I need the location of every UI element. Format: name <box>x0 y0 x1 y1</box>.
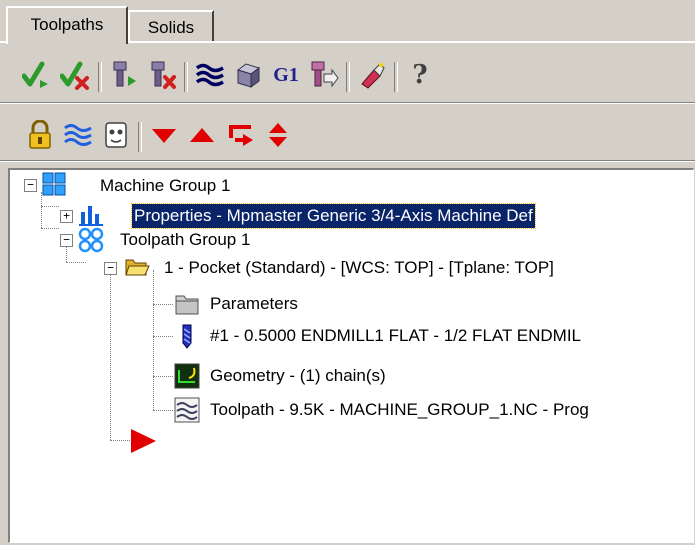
operations-manager-tree: − Machine Group 1 + Properties - Mpmaste… <box>8 168 694 543</box>
tree-connector <box>66 262 86 263</box>
regenerate-dirty-icon <box>151 61 176 89</box>
regenerate-dirty-button[interactable] <box>144 56 180 94</box>
tree-connector <box>41 206 59 207</box>
toggle-posting-icon <box>105 122 127 148</box>
toolbar-ordering <box>14 116 694 156</box>
move-insert-down-button[interactable] <box>146 116 182 154</box>
tree-item-geometry[interactable]: Geometry - (1) chain(s) <box>208 364 388 388</box>
move-insert-down-icon <box>152 129 176 143</box>
toolbar-separator <box>184 62 188 92</box>
open-folder-icon <box>125 259 150 276</box>
help-button[interactable]: ? <box>402 56 438 94</box>
toggle-posting-button[interactable] <box>98 116 134 154</box>
toolpath-group-collapse-toggle[interactable]: − <box>60 234 73 247</box>
toolbar-separator <box>98 62 102 92</box>
insert-after-selected-icon <box>229 125 253 146</box>
properties-expand-toggle[interactable]: + <box>60 210 73 223</box>
tree-item-tool[interactable]: #1 - 0.5000 ENDMILL1 FLAT - 1/2 FLAT END… <box>208 324 583 348</box>
insert-arrow-icon[interactable] <box>128 426 158 456</box>
closed-folder-icon <box>175 295 199 315</box>
scroll-insert-arrow-icon <box>269 123 287 147</box>
toolbar-separator <box>346 62 350 92</box>
high-speed-toolpath-icon <box>311 61 339 88</box>
tab-solids-label: Solids <box>147 18 195 37</box>
insert-after-selected-button[interactable] <box>222 116 258 154</box>
tree-connector <box>153 336 173 337</box>
backplot-button[interactable] <box>192 56 228 94</box>
g1-post-icon: G1 <box>273 63 299 86</box>
tree-connector <box>153 304 173 305</box>
select-dirty-operations-button[interactable] <box>58 56 94 94</box>
scroll-insert-arrow-button[interactable] <box>260 116 296 154</box>
verify-icon <box>236 63 261 88</box>
tab-toolpaths[interactable]: Toolpaths <box>6 6 128 44</box>
tree-item-operation[interactable]: 1 - Pocket (Standard) - [WCS: TOP] - [Tp… <box>162 256 556 280</box>
tree-connector <box>41 228 59 229</box>
tree-item-properties[interactable]: Properties - Mpmaster Generic 3/4-Axis M… <box>131 203 536 229</box>
toolbar-separator <box>138 122 142 152</box>
delete-operations-button[interactable] <box>354 56 390 94</box>
tab-solids[interactable]: Solids <box>128 10 214 43</box>
machine-group-collapse-toggle[interactable]: − <box>24 179 37 192</box>
backplot-icon <box>195 63 224 87</box>
move-insert-up-icon <box>190 128 214 142</box>
geometry-chain-icon <box>174 363 200 389</box>
help-icon: ? <box>412 60 428 90</box>
tree-connector <box>153 410 173 411</box>
g1-post-button[interactable]: G1 <box>268 56 304 94</box>
toolpath-file-icon <box>174 397 200 423</box>
toggle-toolpath-display-icon <box>64 124 92 146</box>
tree-connector <box>110 440 130 441</box>
tree-item-parameters[interactable]: Parameters <box>208 292 300 316</box>
toolbar-separator <box>394 62 398 92</box>
tree-item-machine-group[interactable]: Machine Group 1 <box>98 174 232 198</box>
tree-connector <box>153 376 173 377</box>
select-all-operations-button[interactable] <box>20 56 56 94</box>
tab-toolpaths-label: Toolpaths <box>30 15 104 34</box>
tree-item-toolpath-group[interactable]: Toolpath Group 1 <box>118 228 252 252</box>
delete-operations-icon <box>361 63 385 89</box>
endmill-tool-icon <box>182 324 192 349</box>
toolpath-group-icon <box>78 227 104 253</box>
lock-icon <box>29 120 51 149</box>
toolbar-divider <box>0 102 695 104</box>
select-dirty-operations-icon <box>60 61 89 90</box>
regenerate-selected-button[interactable] <box>106 56 142 94</box>
select-all-operations-icon <box>22 61 48 88</box>
high-speed-toolpath-button[interactable] <box>306 56 342 94</box>
lock-button[interactable] <box>22 116 58 154</box>
tree-item-toolpath[interactable]: Toolpath - 9.5K - MACHINE_GROUP_1.NC - P… <box>208 398 591 422</box>
toolbar-operations: G1 ? <box>14 56 694 96</box>
machine-group-icon <box>42 172 66 196</box>
regenerate-selected-icon <box>113 61 136 87</box>
tree-connector <box>110 270 111 440</box>
properties-icon <box>79 206 103 226</box>
tree-connector <box>153 270 154 410</box>
toolbar-divider <box>0 160 695 162</box>
verify-button[interactable] <box>230 56 266 94</box>
operation-collapse-toggle[interactable]: − <box>104 262 117 275</box>
toggle-toolpath-display-button[interactable] <box>60 116 96 154</box>
tree-connector <box>41 192 42 228</box>
move-insert-up-button[interactable] <box>184 116 220 154</box>
